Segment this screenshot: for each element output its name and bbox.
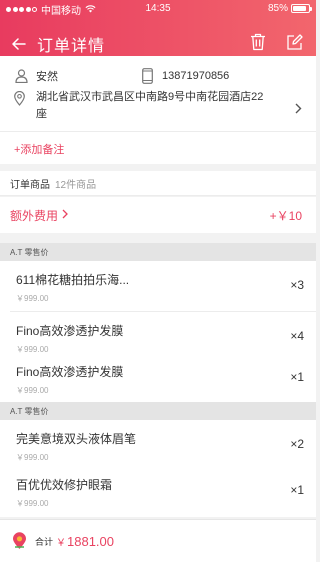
product-price: ￥999.00 [16,499,49,508]
product-quantity: ×1 [290,483,304,497]
product-price: ￥999.00 [16,294,49,303]
section-header: A.T 零售价 [0,402,316,420]
delete-button[interactable] [248,32,268,52]
user-icon [14,69,28,83]
chevron-right-icon [62,208,68,222]
contact-phone-text: 13871970856 [162,70,230,82]
order-goods-count: 12件商品 [55,179,97,191]
contact-name-text: 安然 [36,71,58,83]
product-quantity: ×3 [290,278,304,292]
address-card[interactable]: 安然 13871970856 湖北省武汉市武昌区中南路9号中南花园酒店22座 +… [0,56,316,164]
arrow-left-icon [12,38,26,50]
chevron-right-icon [295,101,302,119]
edit-icon [286,33,303,50]
battery-icon [291,4,312,13]
list-item[interactable]: 百优优效修护眼霜 ￥999.00 ×1 [0,466,316,517]
footer-bar: 合计 ￥1881.00 [0,519,316,562]
total-amount: ￥1881.00 [56,534,114,549]
extra-fee-row[interactable]: 额外费用 +￥10 [0,197,316,233]
list-item[interactable]: 完美意境双头液体眉笔 ￥999.00 ×2 [0,420,316,471]
product-name: 完美意境双头液体眉笔 [16,432,137,446]
product-name: Fino高效渗透护发膜 [16,324,124,338]
status-bar: 中国移动 14:35 85% [0,0,316,18]
add-note-button[interactable]: +添加备注 [14,141,64,157]
divider [0,131,316,132]
extra-fee-label: 额外费用 [10,208,59,223]
address-text: 湖北省武汉市武昌区中南路9号中南花园酒店22座 [36,91,264,120]
product-price: ￥999.00 [16,453,49,462]
battery-status: 85% [267,3,312,14]
total-value: 1881.00 [67,533,115,549]
phone-icon [140,68,154,84]
product-price: ￥999.00 [16,386,49,395]
product-name: 百优优效修护眼霜 [16,478,113,492]
order-goods-header: 订单商品 12件商品 [0,171,316,196]
product-name: 611棉花糖拍拍乐海... [16,273,130,287]
order-goods-label: 订单商品 [10,179,50,191]
list-item[interactable]: Fino高效渗透护发膜 ￥999.00 ×1 [0,353,316,404]
section-header: A.T 零售价 [0,243,316,261]
extra-fee-amount: +￥10 [269,208,302,223]
page-title: 订单详情 [37,38,106,55]
total-label: 合计 [35,536,54,547]
product-quantity: ×4 [290,329,304,343]
location-pin-icon [14,90,25,111]
list-item[interactable]: 611棉花糖拍拍乐海... ￥999.00 ×3 [0,261,316,312]
contact-phone: 13871970856 [140,68,230,84]
product-name: Fino高效渗透护发膜 [16,365,124,379]
address-row[interactable]: 湖北省武汉市武昌区中南路9号中南花园酒店22座 [14,89,304,129]
back-button[interactable] [9,34,29,54]
edit-button[interactable] [284,32,304,52]
product-quantity: ×1 [290,370,304,384]
product-quantity: ×2 [290,437,304,451]
battery-percent: 85% [267,3,288,14]
currency-symbol: ￥ [56,537,67,549]
map-pin-icon[interactable] [11,532,27,550]
trash-icon [251,33,265,51]
contact-row: 安然 13871970856 [14,64,304,88]
contact-name: 安然 [14,68,58,84]
